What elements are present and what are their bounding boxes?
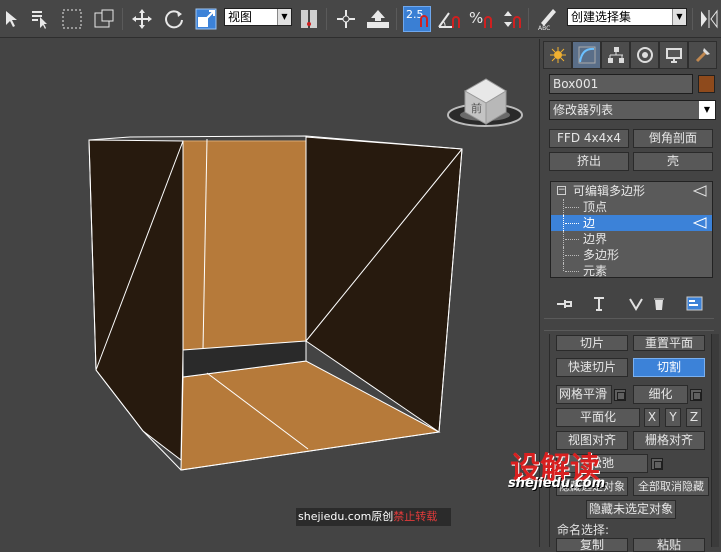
collapse-minus-icon[interactable]: − [557,186,566,195]
light-bulb-icon[interactable] [693,217,707,229]
display-tab-monitor-icon[interactable] [659,41,688,69]
stack-item-vertex[interactable]: 顶点 [551,199,712,215]
bevel-profile-button[interactable]: 倒角剖面 [633,129,713,148]
rect-selection-icon[interactable] [60,6,84,32]
hierarchy-tab-icon[interactable] [601,41,630,69]
object-name-value: Box001 [553,77,599,91]
stack-root-item[interactable]: − 可编辑多边形 [551,183,712,199]
watermark-url: shejiedu.com [508,476,606,491]
stack-item-polygon-label: 多边形 [583,248,620,262]
select-object-icon[interactable] [0,6,24,32]
planar-z-button[interactable]: Z [686,408,702,427]
view-cube-front-label: 前 [471,101,482,115]
move-icon[interactable] [130,6,154,32]
command-panel-tabs [543,41,721,71]
watermark-caption: shejiedu.com原创禁止转载 [296,508,451,526]
planar-y-button[interactable]: Y [665,408,681,427]
modify-tab-curve-icon[interactable] [572,41,601,69]
stack-item-border-label: 边界 [583,232,608,246]
motion-tab-icon[interactable] [630,41,659,69]
modifier-list-dropdown[interactable]: 修改器列表 ▼ [549,100,716,120]
watermark-suffix: 禁止转载 [393,510,438,523]
perspective-viewport[interactable]: 前 [0,39,540,547]
named-selection-label: 创建选择集 [571,10,632,24]
svg-text:%: % [469,9,483,27]
panel-scrollbar[interactable] [711,334,719,547]
pin-stack-icon[interactable] [556,297,574,311]
remove-modifier-icon[interactable] [652,296,666,312]
slice-button[interactable]: 切片 [556,335,628,351]
spinner-snap-icon[interactable] [499,6,523,32]
view-cube[interactable]: 前 [447,78,523,127]
stack-item-edge-label: 边 [583,216,596,230]
scale-icon[interactable] [194,6,218,32]
stack-item-border[interactable]: 边界 [551,231,712,247]
box-object[interactable] [88,135,463,471]
light-bulb-icon[interactable] [693,185,707,197]
stack-item-vertex-label: 顶点 [583,200,608,214]
chevron-down-icon: ▼ [672,9,686,25]
rotate-icon[interactable] [162,6,186,32]
planar-x-button[interactable]: X [644,408,660,427]
modifier-stack[interactable]: − 可编辑多边形 顶点 边 边界 多边形 元素 [550,181,713,278]
pivot-center-icon[interactable] [297,6,321,32]
cut-button[interactable]: 切割 [633,358,705,377]
tessellate-button[interactable]: 细化 [633,385,688,404]
keyboard-shortcut-icon[interactable] [366,6,390,32]
stack-item-element[interactable]: 元素 [551,263,712,279]
angle-snap-icon[interactable] [435,6,463,32]
select-by-name-icon[interactable] [28,6,52,32]
stack-item-edge[interactable]: 边 [551,215,712,231]
edit-named-selection-icon[interactable]: ABC [536,6,560,32]
paste-button[interactable]: 粘贴 [633,538,705,552]
snap-toggle-button[interactable]: 2.5 [403,6,431,32]
named-selection-set-select[interactable]: 创建选择集 ▼ [567,8,687,26]
make-unique-icon[interactable] [628,297,644,311]
ffd-modifier-button[interactable]: FFD 4x4x4 [549,129,629,148]
tessellate-settings-icon[interactable] [690,389,702,401]
select-manipulate-icon[interactable] [334,6,358,32]
copy-button[interactable]: 复制 [556,538,628,552]
chevron-down-icon: ▼ [699,101,715,119]
configure-modifier-sets-icon[interactable] [686,296,704,312]
meshsmooth-button[interactable]: 网格平滑 [556,385,612,404]
object-name-field[interactable]: Box001 [549,74,693,94]
svg-text:ABC: ABC [538,25,550,31]
main-toolbar: 视图 ▼ 2.5 % ABC 创建选择集 ▼ [0,0,721,38]
named-selections-label: 命名选择: [557,523,610,537]
stack-root-label: 可编辑多边形 [573,184,646,198]
unhide-all-button[interactable]: 全部取消隐藏 [633,477,709,496]
window-crossing-icon[interactable] [92,6,116,32]
stack-item-element-label: 元素 [583,264,608,278]
reset-plane-button[interactable]: 重置平面 [633,335,705,351]
make-planar-button[interactable]: 平面化 [556,408,640,427]
object-color-swatch[interactable] [698,75,715,93]
relax-settings-icon[interactable] [651,458,663,470]
show-end-result-icon[interactable] [592,296,606,312]
magnet-icon [420,15,428,27]
reference-coord-select[interactable]: 视图 ▼ [224,8,292,26]
quick-slice-button[interactable]: 快速切片 [556,358,628,377]
watermark-prefix: shejiedu.com原创 [298,510,394,523]
extrude-modifier-button[interactable]: 挤出 [549,152,629,171]
stack-item-polygon[interactable]: 多边形 [551,247,712,263]
reference-coord-label: 视图 [228,10,253,24]
shell-modifier-button[interactable]: 壳 [633,152,713,171]
scene-canvas[interactable]: 前 [0,39,540,547]
chevron-down-icon: ▼ [277,9,291,25]
modifier-list-label: 修改器列表 [553,103,614,117]
mirror-icon[interactable] [697,6,721,32]
percent-snap-icon[interactable]: % [467,6,495,32]
meshsmooth-settings-icon[interactable] [614,389,626,401]
create-tab-sun-icon[interactable] [543,41,572,69]
utilities-tab-hammer-icon[interactable] [688,41,717,69]
hide-unselected-button[interactable]: 隐藏未选定对象 [586,500,676,519]
grid-align-button[interactable]: 栅格对齐 [633,431,705,450]
